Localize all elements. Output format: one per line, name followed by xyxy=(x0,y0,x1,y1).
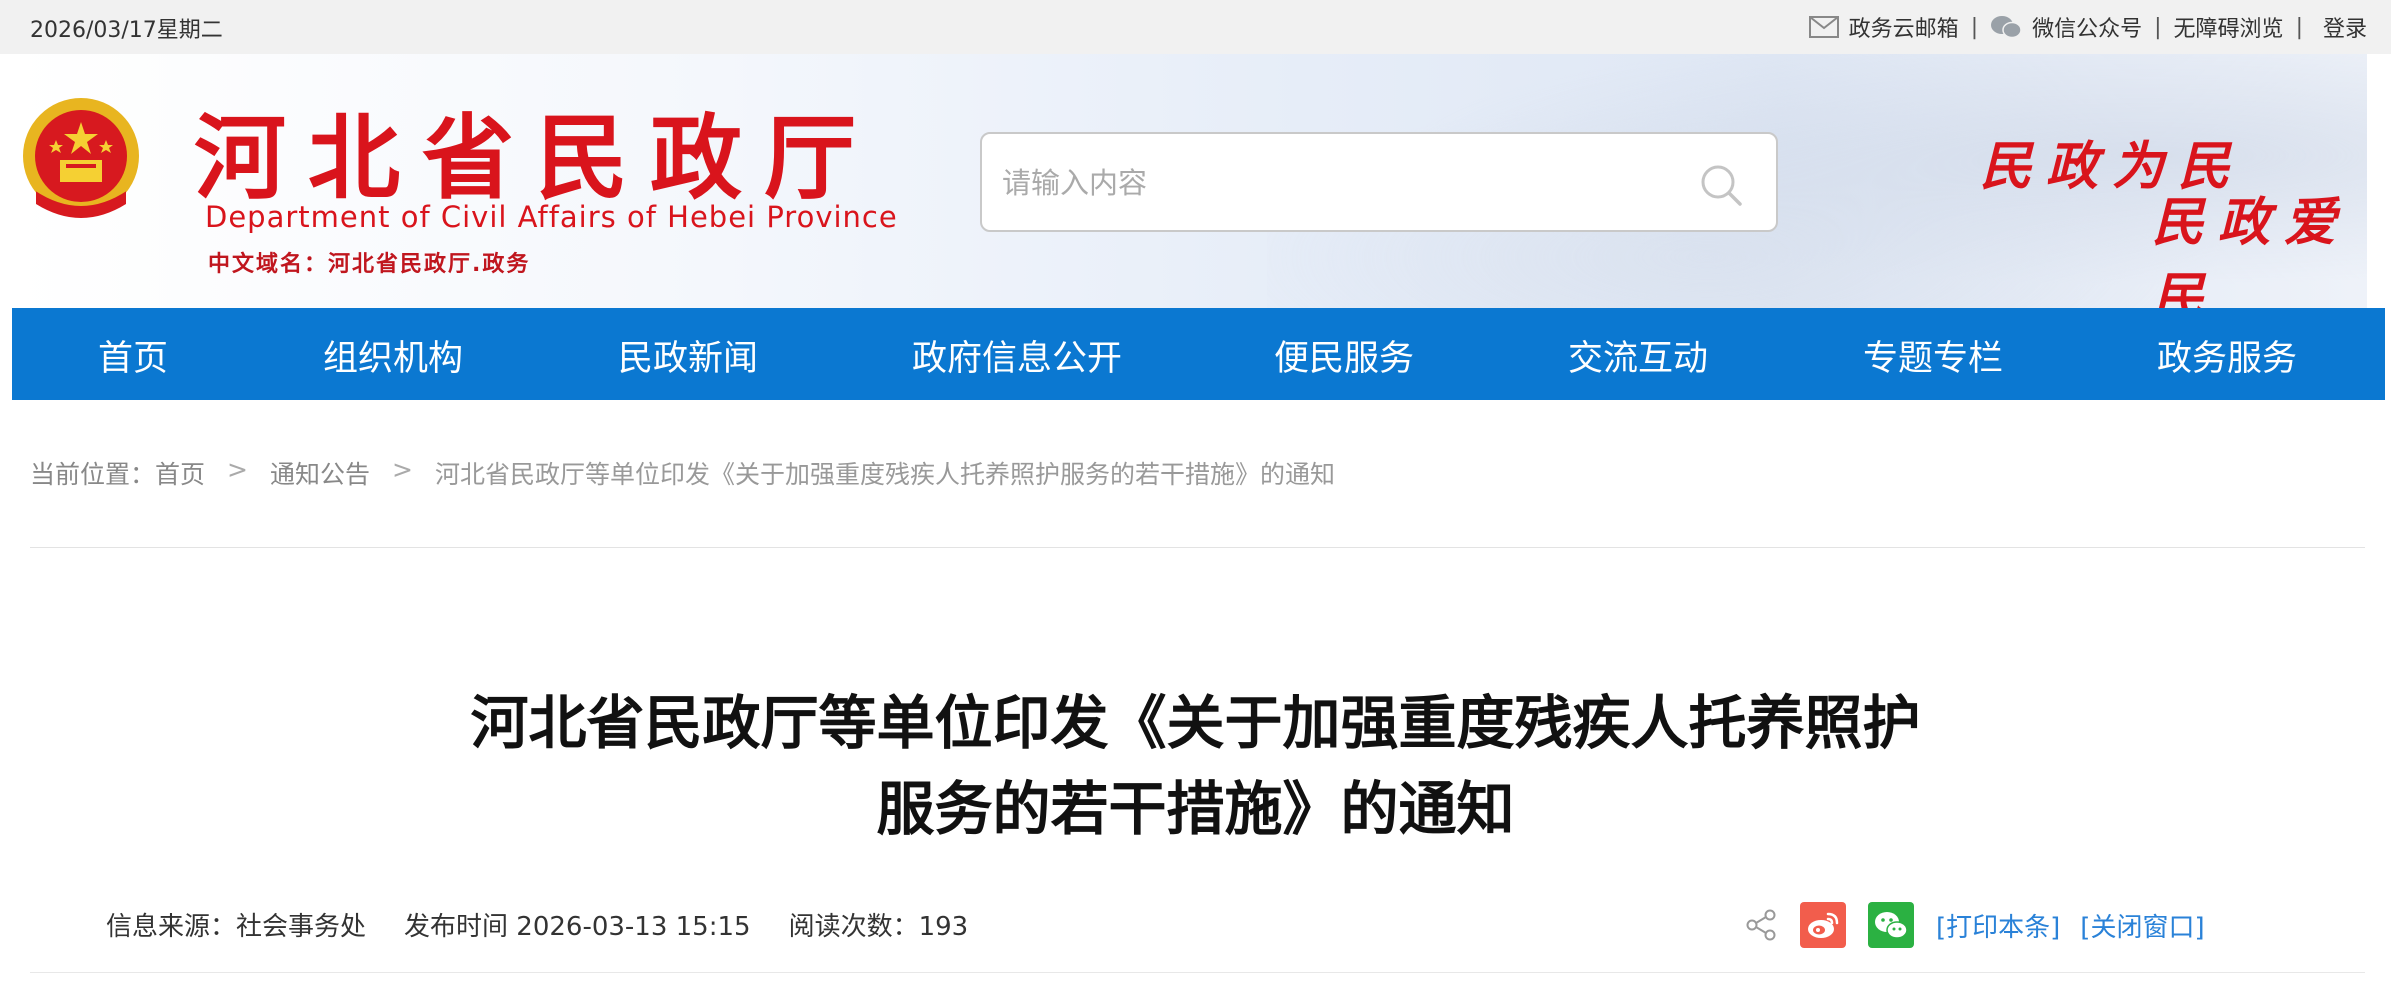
divider xyxy=(30,972,2365,973)
search-box[interactable] xyxy=(980,132,1778,232)
breadcrumb-arrow: > xyxy=(227,455,248,484)
login-link[interactable]: 登录 xyxy=(2323,11,2367,43)
breadcrumb-section[interactable]: 通知公告 xyxy=(270,455,370,491)
email-link-label: 政务云邮箱 xyxy=(1848,17,1959,42)
breadcrumb-home[interactable]: 首页 xyxy=(155,455,205,491)
accessibility-link[interactable]: 无障碍浏览 xyxy=(2174,11,2284,43)
main-nav: 首页 组织机构 民政新闻 政府信息公开 便民服务 交流互动 专题专栏 政务服务 xyxy=(12,308,2385,400)
article-meta: 信息来源：社会事务处 发布时间 2026-03-13 15:15 阅读次数：19… xyxy=(106,906,1006,943)
search-icon[interactable] xyxy=(1698,162,1744,208)
article-read-count: 阅读次数：193 xyxy=(788,912,969,942)
nav-item-public-service[interactable]: 便民服务 xyxy=(1274,330,1414,381)
nav-item-news[interactable]: 民政新闻 xyxy=(618,330,758,381)
wechat-icon xyxy=(1875,912,1908,939)
print-link[interactable]: [打印本条] xyxy=(1936,907,2060,944)
article-title-line-2: 服务的若干措施》的通知 xyxy=(876,775,1515,843)
search-input[interactable] xyxy=(1002,158,1652,208)
wechat-account-link[interactable]: 微信公众号 xyxy=(1990,11,2142,43)
separator: | xyxy=(2295,14,2303,40)
current-date: 2026/03/17星期二 xyxy=(30,18,223,43)
national-emblem-icon[interactable] xyxy=(16,94,146,234)
separator: | xyxy=(1970,14,1979,40)
divider xyxy=(30,547,2365,548)
article-title: 河北省民政厅等单位印发《关于加强重度残疾人托养照护 服务的若干措施》的通知 xyxy=(300,680,2091,852)
nav-item-special-topics[interactable]: 专题专栏 xyxy=(1863,330,2003,381)
top-utility-bar: 2026/03/17星期二 政务云邮箱 | 微信公众号 | 无障碍浏览 | 登录 xyxy=(0,0,2391,54)
site-logo-english: Department of Civil Affairs of Hebei Pro… xyxy=(205,200,898,234)
breadcrumb-prefix: 当前位置： xyxy=(30,460,156,489)
article-tools: [打印本条] [关闭窗口] xyxy=(1744,902,2225,948)
weibo-share-button[interactable] xyxy=(1800,902,1846,948)
close-window-link[interactable]: [关闭窗口] xyxy=(2080,907,2204,944)
nav-item-interaction[interactable]: 交流互动 xyxy=(1568,330,1708,381)
breadcrumb-current[interactable]: 河北省民政厅等单位印发《关于加强重度残疾人托养照护服务的若干措施》的通知 xyxy=(435,455,1335,491)
article-title-line-1: 河北省民政厅等单位印发《关于加强重度残疾人托养照护 xyxy=(470,689,1921,757)
separator: | xyxy=(2154,14,2162,40)
wechat-icon xyxy=(1991,16,2022,39)
breadcrumb: 当前位置： 首页 > 通知公告 > 河北省民政厅等单位印发《关于加强重度残疾人托… xyxy=(30,455,1335,491)
nav-item-organization[interactable]: 组织机构 xyxy=(323,330,463,381)
nav-item-home[interactable]: 首页 xyxy=(98,330,168,381)
nav-item-gov-service[interactable]: 政务服务 xyxy=(2157,330,2297,381)
site-logo-text[interactable]: 河北省民政厅 xyxy=(194,112,878,204)
wechat-account-label: 微信公众号 xyxy=(2032,17,2143,42)
article-publish-time: 发布时间 2026-03-13 15:15 xyxy=(404,912,751,942)
email-link[interactable]: 政务云邮箱 xyxy=(1808,11,1959,43)
nav-item-gov-info[interactable]: 政府信息公开 xyxy=(912,330,1122,381)
slogan-line-2: 民政爱民 xyxy=(2152,192,2351,308)
article-source: 信息来源：社会事务处 xyxy=(106,912,367,942)
site-header: 河北省民政厅 Department of Civil Affairs of He… xyxy=(12,54,2367,308)
weibo-icon xyxy=(1808,912,1839,938)
chinese-domain-name: 中文域名：河北省民政厅.政务 xyxy=(208,252,531,277)
accessibility-label: 无障碍浏览 xyxy=(2173,17,2284,42)
top-links: 政务云邮箱 | 微信公众号 | 无障碍浏览 | 登录 xyxy=(1808,11,2367,43)
wechat-share-button[interactable] xyxy=(1868,902,1914,948)
share-icon[interactable] xyxy=(1744,908,1778,942)
breadcrumb-arrow: > xyxy=(392,455,413,484)
login-label: 登录 xyxy=(2322,17,2367,42)
mail-icon xyxy=(1808,16,1839,38)
